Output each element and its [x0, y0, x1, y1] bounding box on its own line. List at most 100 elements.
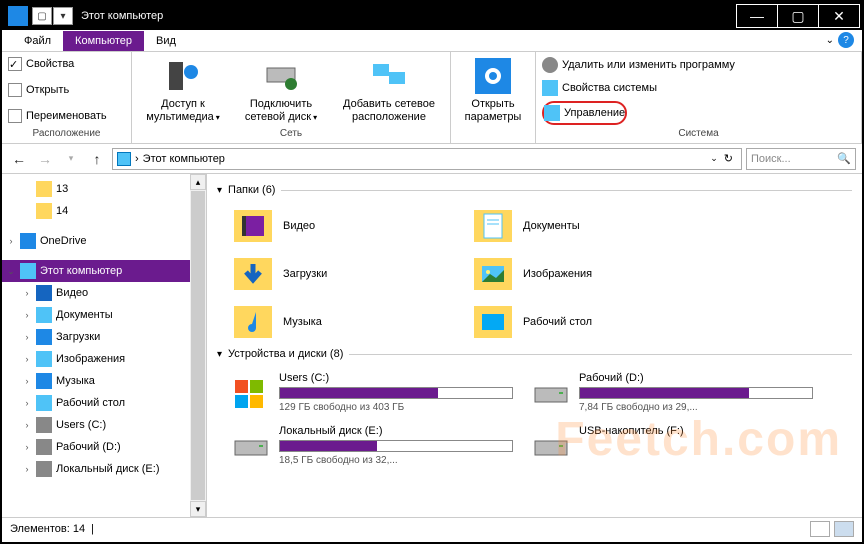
expand-icon[interactable]: ⌄ [6, 266, 16, 277]
open-button[interactable]: Открыть [8, 81, 69, 99]
tab-computer[interactable]: Компьютер [63, 31, 144, 51]
sidebar-item-label: Рабочий (D:) [56, 441, 121, 453]
ribbon: ✓Свойства Открыть Переименовать Располож… [2, 52, 862, 144]
folders-header-text: Папки (6) [228, 184, 275, 196]
address-field[interactable]: › Этот компьютер ⌄ ↻ [112, 148, 742, 170]
qat-btn-1[interactable]: ▢ [32, 7, 52, 25]
expand-icon[interactable]: › [22, 442, 32, 452]
monitor-icon [542, 80, 558, 96]
sidebar-item-desktop-9[interactable]: ›Рабочий стол [2, 392, 206, 414]
tab-file[interactable]: Файл [12, 31, 63, 51]
manage-button[interactable]: Управление [542, 101, 627, 125]
expand-icon[interactable]: › [22, 398, 32, 408]
title-bar: ▢ ▾ Этот компьютер — ▢ ✕ [2, 2, 862, 30]
folder-label: Документы [523, 220, 580, 232]
sidebar-item-folder-1[interactable]: 14 [2, 200, 206, 222]
recent-dropdown[interactable]: ▾ [60, 148, 82, 170]
drive-icon [533, 378, 569, 408]
sidebar-item-label: OneDrive [40, 235, 86, 247]
drive-item[interactable]: Рабочий (D:)7,84 ГБ свободно из 29,... [533, 368, 813, 417]
sidebar-item-label: 13 [56, 183, 68, 195]
sidebar-item-drive-11[interactable]: › Рабочий (D:) [2, 436, 206, 458]
sidebar-item-label: 14 [56, 205, 68, 217]
sidebar-item-downloads-6[interactable]: ›Загрузки [2, 326, 206, 348]
expand-icon[interactable]: › [22, 354, 32, 364]
folder-item[interactable]: Загрузки [233, 252, 453, 296]
video-icon [36, 285, 52, 301]
expand-icon[interactable]: › [22, 310, 32, 320]
forward-button[interactable]: → [34, 148, 56, 170]
properties-button[interactable]: ✓Свойства [8, 55, 74, 73]
qat-btn-2[interactable]: ▾ [53, 7, 73, 25]
tab-view[interactable]: Вид [144, 31, 188, 51]
folder-item[interactable]: Рабочий стол [473, 300, 693, 344]
sidebar-item-pictures-7[interactable]: ›Изображения [2, 348, 206, 370]
drive-free-text: 18,5 ГБ свободно из 32,... [279, 455, 513, 466]
drive-item[interactable]: Users (C:)129 ГБ свободно из 403 ГБ [233, 368, 513, 417]
app-icon [8, 6, 28, 26]
rename-button[interactable]: Переименовать [8, 107, 107, 125]
address-dropdown-icon[interactable]: ⌄ [710, 153, 718, 164]
sidebar-item-docs-5[interactable]: ›Документы [2, 304, 206, 326]
ribbon-group-location-title: Расположение [8, 126, 125, 141]
up-button[interactable]: ↑ [86, 148, 108, 170]
media-icon [165, 58, 201, 94]
sidebar-item-label: Users (C:) [56, 419, 106, 431]
drives-section-header[interactable]: ▾ Устройства и диски (8) [217, 348, 852, 360]
sidebar-item-folder-0[interactable]: 13 [2, 178, 206, 200]
folder-item[interactable]: Изображения [473, 252, 693, 296]
expand-icon[interactable]: › [22, 420, 32, 430]
system-properties-button[interactable]: Свойства системы [542, 78, 657, 98]
ribbon-group-network-title: Сеть [138, 126, 444, 141]
expand-icon[interactable]: › [22, 464, 32, 474]
drives-header-text: Устройства и диски (8) [228, 348, 343, 360]
folder-item[interactable]: Документы [473, 204, 693, 248]
folder-label: Изображения [523, 268, 592, 280]
open-settings-button[interactable]: Открыть параметры [457, 54, 529, 124]
address-bar: ← → ▾ ↑ › Этот компьютер ⌄ ↻ Поиск... 🔍 [2, 144, 862, 174]
sidebar-scrollbar[interactable]: ▴ ▾ [190, 174, 206, 517]
ribbon-expand-icon[interactable]: ⌄ [826, 35, 834, 46]
scroll-thumb[interactable] [191, 191, 205, 500]
sidebar-item-onedrive-2[interactable]: › OneDrive [2, 230, 206, 252]
scroll-down-icon[interactable]: ▾ [190, 501, 206, 517]
remove-program-button[interactable]: Удалить или изменить программу [542, 55, 735, 75]
refresh-icon[interactable]: ↻ [724, 152, 733, 165]
add-network-location-button[interactable]: Добавить сетевое расположение [334, 54, 444, 124]
drive-item[interactable]: Локальный диск (E:)18,5 ГБ свободно из 3… [233, 421, 513, 470]
back-button[interactable]: ← [8, 148, 30, 170]
view-details-button[interactable] [810, 521, 830, 537]
ribbon-group-network: Доступ к мультимедиа▾ Подключить сетевой… [132, 52, 451, 143]
search-icon: 🔍 [837, 152, 851, 165]
folders-section-header[interactable]: ▾ Папки (6) [217, 184, 852, 196]
search-input[interactable]: Поиск... 🔍 [746, 148, 856, 170]
docs-icon [36, 307, 52, 323]
pc-icon [117, 152, 131, 166]
manage-icon [544, 105, 560, 121]
expand-icon[interactable]: › [22, 288, 32, 298]
scroll-up-icon[interactable]: ▴ [190, 174, 206, 190]
address-path: Этот компьютер [143, 153, 225, 165]
folder-item[interactable]: Музыка [233, 300, 453, 344]
maximize-button[interactable]: ▢ [777, 4, 819, 28]
minimize-button[interactable]: — [736, 4, 778, 28]
status-item-count: Элементов: 14 [10, 523, 85, 535]
sidebar-item-drive-10[interactable]: › Users (C:) [2, 414, 206, 436]
close-button[interactable]: ✕ [818, 4, 860, 28]
expand-icon[interactable]: › [22, 332, 32, 342]
drive-name: USB-накопитель (F:) [579, 425, 813, 437]
folder-item[interactable]: Видео [233, 204, 453, 248]
connect-network-drive-button[interactable]: Подключить сетевой диск▾ [236, 54, 326, 124]
ribbon-group-location: ✓Свойства Открыть Переименовать Располож… [2, 52, 132, 143]
media-access-button[interactable]: Доступ к мультимедиа▾ [138, 54, 228, 124]
expand-icon[interactable]: › [6, 236, 16, 246]
sidebar-item-video-4[interactable]: ›Видео [2, 282, 206, 304]
sidebar-item-drive-12[interactable]: ›Локальный диск (E:) [2, 458, 206, 480]
sidebar-item-music-8[interactable]: ›Музыка [2, 370, 206, 392]
view-tiles-button[interactable] [834, 521, 854, 537]
sidebar-item-pc-3[interactable]: ⌄Этот компьютер [2, 260, 206, 282]
expand-icon[interactable]: › [22, 376, 32, 386]
drive-free-text: 129 ГБ свободно из 403 ГБ [279, 402, 513, 413]
drive-item[interactable]: USB-накопитель (F:) [533, 421, 813, 470]
help-icon[interactable]: ? [838, 32, 854, 48]
